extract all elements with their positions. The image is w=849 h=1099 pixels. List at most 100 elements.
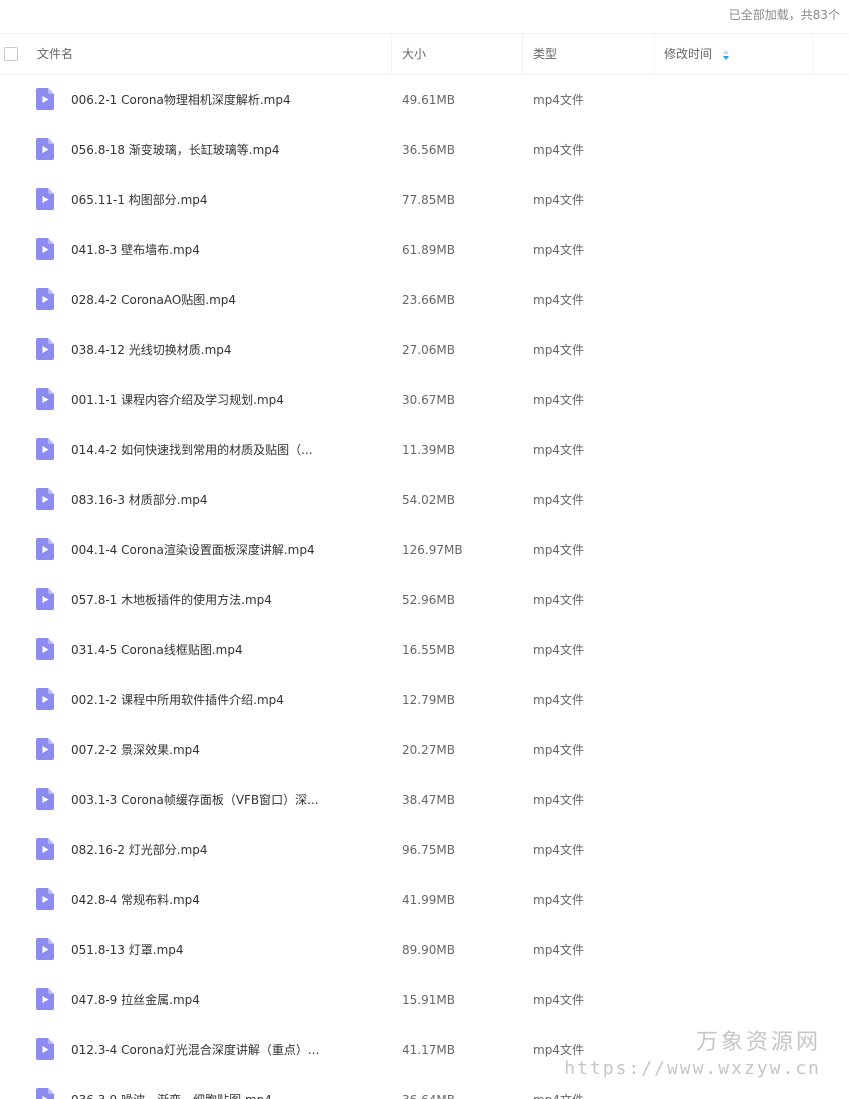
column-divider[interactable] [654, 34, 655, 75]
file-type: mp4文件 [533, 793, 584, 807]
file-row[interactable]: 028.4-2 CoronaAO贴图.mp4 23.66MB mp4文件 [0, 275, 849, 325]
file-name[interactable]: 056.8-18 渐变玻璃，长缸玻璃等.mp4 [71, 125, 280, 175]
file-row[interactable]: 036.3-9 噪波、渐变、细胞贴图.mp4 36.64MB mp4文件 [0, 1075, 849, 1099]
column-divider[interactable] [391, 34, 392, 75]
video-file-icon [36, 788, 54, 810]
file-list-page: 已全部加载，共83个 文件名 大小 类型 修改时间 006.2-1 Corona… [0, 0, 849, 1099]
file-type: mp4文件 [533, 243, 584, 257]
file-size: 15.91MB [402, 993, 455, 1007]
file-name[interactable]: 047.8-9 拉丝金属.mp4 [71, 975, 200, 1025]
file-row[interactable]: 051.8-13 灯罩.mp4 89.90MB mp4文件 [0, 925, 849, 975]
file-type: mp4文件 [533, 1075, 584, 1099]
file-name[interactable]: 065.11-1 构图部分.mp4 [71, 175, 208, 225]
file-name[interactable]: 007.2-2 景深效果.mp4 [71, 725, 200, 775]
file-row[interactable]: 031.4-5 Corona线框贴图.mp4 16.55MB mp4文件 [0, 625, 849, 675]
video-file-icon [36, 688, 54, 710]
video-file-icon [36, 738, 54, 760]
file-row[interactable]: 057.8-1 木地板插件的使用方法.mp4 52.96MB mp4文件 [0, 575, 849, 625]
video-file-icon [36, 238, 54, 260]
video-file-icon [36, 988, 54, 1010]
file-row[interactable]: 007.2-2 景深效果.mp4 20.27MB mp4文件 [0, 725, 849, 775]
file-name[interactable]: 042.8-4 常规布料.mp4 [71, 875, 200, 925]
file-name[interactable]: 083.16-3 材质部分.mp4 [71, 475, 208, 525]
file-type: mp4文件 [533, 643, 584, 657]
file-row[interactable]: 006.2-1 Corona物理相机深度解析.mp4 49.61MB mp4文件 [0, 75, 849, 125]
file-type: mp4文件 [533, 743, 584, 757]
file-size: 11.39MB [402, 443, 455, 457]
file-name[interactable]: 001.1-1 课程内容介绍及学习规划.mp4 [71, 375, 284, 425]
file-type: mp4文件 [533, 1043, 584, 1057]
file-type: mp4文件 [533, 193, 584, 207]
file-name[interactable]: 014.4-2 如何快速找到常用的材质及贴图（... [71, 425, 313, 475]
file-name[interactable]: 041.8-3 壁布墙布.mp4 [71, 225, 200, 275]
header-size[interactable]: 大小 [402, 34, 426, 75]
file-type: mp4文件 [533, 143, 584, 157]
column-divider[interactable] [522, 34, 523, 75]
file-size: 20.27MB [402, 743, 455, 757]
file-name[interactable]: 082.16-2 灯光部分.mp4 [71, 825, 208, 875]
file-row[interactable]: 001.1-1 课程内容介绍及学习规划.mp4 30.67MB mp4文件 [0, 375, 849, 425]
file-type: mp4文件 [533, 393, 584, 407]
file-name[interactable]: 002.1-2 课程中所用软件插件介绍.mp4 [71, 675, 284, 725]
video-file-icon [36, 388, 54, 410]
video-file-icon [36, 1088, 54, 1099]
sort-icon[interactable] [722, 49, 730, 61]
file-size: 16.55MB [402, 643, 455, 657]
file-type: mp4文件 [533, 493, 584, 507]
file-type: mp4文件 [533, 293, 584, 307]
video-file-icon [36, 338, 54, 360]
file-row[interactable]: 038.4-12 光线切换材质.mp4 27.06MB mp4文件 [0, 325, 849, 375]
file-name[interactable]: 057.8-1 木地板插件的使用方法.mp4 [71, 575, 272, 625]
file-type: mp4文件 [533, 93, 584, 107]
video-file-icon [36, 188, 54, 210]
file-row[interactable]: 065.11-1 构图部分.mp4 77.85MB mp4文件 [0, 175, 849, 225]
file-row[interactable]: 002.1-2 课程中所用软件插件介绍.mp4 12.79MB mp4文件 [0, 675, 849, 725]
file-row[interactable]: 082.16-2 灯光部分.mp4 96.75MB mp4文件 [0, 825, 849, 875]
file-size: 30.67MB [402, 393, 455, 407]
file-size: 41.17MB [402, 1043, 455, 1057]
header-file-name[interactable]: 文件名 [37, 34, 73, 75]
file-size: 77.85MB [402, 193, 455, 207]
file-row[interactable]: 047.8-9 拉丝金属.mp4 15.91MB mp4文件 [0, 975, 849, 1025]
file-type: mp4文件 [533, 843, 584, 857]
file-name[interactable]: 051.8-13 灯罩.mp4 [71, 925, 184, 975]
video-file-icon [36, 888, 54, 910]
select-all-checkbox[interactable] [4, 47, 18, 61]
file-size: 49.61MB [402, 93, 455, 107]
file-name[interactable]: 003.1-3 Corona帧缓存面板（VFB窗口）深... [71, 775, 319, 825]
header-type[interactable]: 类型 [533, 34, 557, 75]
file-row[interactable]: 042.8-4 常规布料.mp4 41.99MB mp4文件 [0, 875, 849, 925]
file-row[interactable]: 056.8-18 渐变玻璃，长缸玻璃等.mp4 36.56MB mp4文件 [0, 125, 849, 175]
file-row[interactable]: 004.1-4 Corona渲染设置面板深度讲解.mp4 126.97MB mp4文… [0, 525, 849, 575]
video-file-icon [36, 538, 54, 560]
file-name[interactable]: 004.1-4 Corona渲染设置面板深度讲解.mp4 [71, 525, 315, 575]
file-size: 52.96MB [402, 593, 455, 607]
column-divider[interactable] [812, 34, 813, 75]
file-size: 27.06MB [402, 343, 455, 357]
file-name[interactable]: 006.2-1 Corona物理相机深度解析.mp4 [71, 75, 291, 125]
file-type: mp4文件 [533, 893, 584, 907]
file-row[interactable]: 012.3-4 Corona灯光混合深度讲解（重点）... 41.17MB mp4文… [0, 1025, 849, 1075]
file-row[interactable]: 014.4-2 如何快速找到常用的材质及贴图（... 11.39MB mp4文件 [0, 425, 849, 475]
file-type: mp4文件 [533, 693, 584, 707]
file-size: 41.99MB [402, 893, 455, 907]
file-type: mp4文件 [533, 543, 584, 557]
video-file-icon [36, 588, 54, 610]
video-file-icon [36, 288, 54, 310]
file-type: mp4文件 [533, 993, 584, 1007]
file-name[interactable]: 012.3-4 Corona灯光混合深度讲解（重点）... [71, 1025, 319, 1075]
file-row[interactable]: 083.16-3 材质部分.mp4 54.02MB mp4文件 [0, 475, 849, 525]
file-size: 89.90MB [402, 943, 455, 957]
file-size: 54.02MB [402, 493, 455, 507]
video-file-icon [36, 88, 54, 110]
file-size: 38.47MB [402, 793, 455, 807]
file-name[interactable]: 028.4-2 CoronaAO贴图.mp4 [71, 275, 236, 325]
file-name[interactable]: 031.4-5 Corona线框贴图.mp4 [71, 625, 243, 675]
header-modified-time[interactable]: 修改时间 [664, 34, 712, 75]
file-name[interactable]: 038.4-12 光线切换材质.mp4 [71, 325, 232, 375]
video-file-icon [36, 638, 54, 660]
video-file-icon [36, 1038, 54, 1060]
file-row[interactable]: 041.8-3 壁布墙布.mp4 61.89MB mp4文件 [0, 225, 849, 275]
file-name[interactable]: 036.3-9 噪波、渐变、细胞贴图.mp4 [71, 1075, 272, 1099]
file-row[interactable]: 003.1-3 Corona帧缓存面板（VFB窗口）深... 38.47MB mp4… [0, 775, 849, 825]
